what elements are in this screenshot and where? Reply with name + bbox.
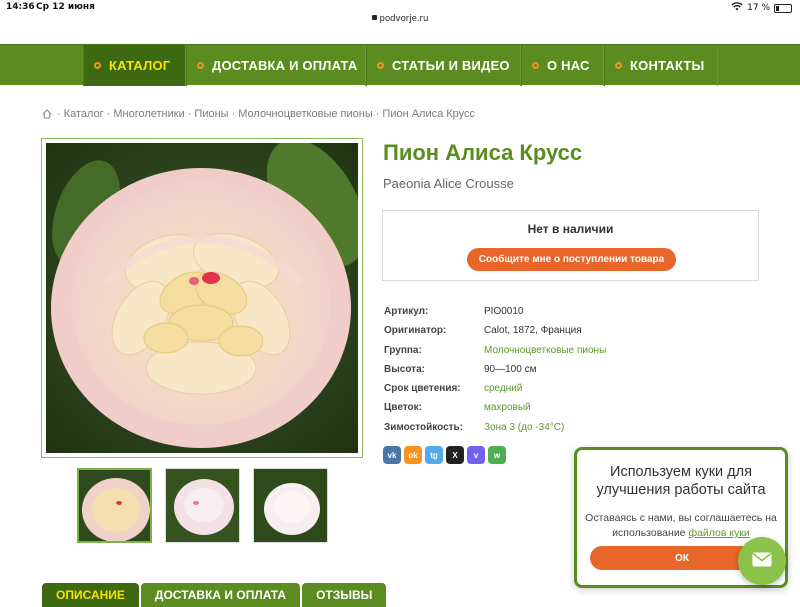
spec-key: Срок цветения: — [384, 383, 461, 395]
nav-item-about[interactable]: О НАС — [521, 45, 604, 86]
spec-key: Цветок: — [384, 402, 422, 414]
breadcrumb-current: Пион Алиса Крусс — [382, 108, 476, 120]
thumbnail-1[interactable] — [77, 468, 152, 543]
thumbnail-2[interactable] — [165, 468, 240, 543]
whatsapp-icon[interactable]: w — [488, 446, 506, 464]
battery-icon — [774, 3, 792, 13]
nav-label: КАТАЛОГ — [109, 58, 171, 73]
spec-row: Артикул: PIO0010 — [384, 306, 606, 325]
breadcrumb-link[interactable]: Молочноцветковые пионы — [238, 108, 373, 120]
telegram-icon[interactable]: tg — [425, 446, 443, 464]
viber-icon[interactable]: v — [467, 446, 485, 464]
tab-delivery[interactable]: ДОСТАВКА И ОПЛАТА — [140, 583, 301, 607]
nav-item-delivery[interactable]: ДОСТАВКА И ОПЛАТА — [186, 45, 366, 86]
product-main-photo[interactable] — [41, 138, 363, 458]
share-buttons: vk ok tg X v w — [383, 446, 506, 464]
spec-key: Высота: — [384, 363, 425, 375]
spec-link[interactable]: средний — [484, 383, 522, 402]
wifi-icon — [731, 2, 743, 14]
vk-icon[interactable]: vk — [383, 446, 401, 464]
product-latin-name: Paeonia Alice Crousse — [383, 176, 514, 191]
tab-description[interactable]: ОПИСАНИЕ — [42, 583, 139, 607]
product-tabs: ОПИСАНИЕ ДОСТАВКА И ОПЛАТА ОТЗЫВЫ — [42, 583, 388, 607]
spec-link[interactable]: махровый — [484, 402, 531, 421]
home-icon[interactable] — [42, 109, 52, 119]
spec-value: 90—100 см — [484, 363, 537, 375]
bullet-icon — [615, 62, 622, 69]
nav-label: КОНТАКТЫ — [630, 58, 705, 73]
spec-key: Зимостойкость: — [384, 421, 464, 433]
spec-row: Оригинатор: Calot, 1872, Франция — [384, 325, 606, 344]
lock-icon — [371, 15, 377, 20]
cookie-text: Оставаясь с нами, вы соглашаетесь на исп… — [577, 511, 785, 541]
x-icon[interactable]: X — [446, 446, 464, 464]
mail-icon — [752, 552, 772, 571]
nav-label: О НАС — [547, 58, 590, 73]
breadcrumb-link[interactable]: Каталог — [64, 108, 104, 120]
breadcrumb-link[interactable]: Пионы — [194, 108, 228, 120]
odnoklassniki-icon[interactable]: ok — [404, 446, 422, 464]
nav-item-catalog[interactable]: КАТАЛОГ — [83, 45, 186, 86]
breadcrumb-link[interactable]: Многолетники — [113, 108, 184, 120]
bullet-icon — [197, 62, 204, 69]
battery-percent: 17 % — [747, 3, 770, 13]
spec-value: PIO0010 — [484, 306, 524, 317]
spec-link[interactable]: Зона 3 (до -34°C) — [484, 422, 564, 441]
bullet-icon — [377, 62, 384, 69]
tab-reviews[interactable]: ОТЗЫВЫ — [302, 583, 387, 607]
product-specs: Артикул: PIO0010 Оригинатор: Calot, 1872, … — [384, 306, 606, 441]
nav-item-articles[interactable]: СТАТЬИ И ВИДЕО — [366, 45, 521, 86]
spec-row: Высота: 90—100 см — [384, 364, 606, 383]
peony-photo — [46, 143, 358, 453]
status-bar: 14:36 Ср 12 июня podvorje.ru 17 % — [0, 0, 800, 28]
spec-row: Срок цветения: средний — [384, 383, 606, 402]
spec-row: Группа: Молочноцветковые пионы — [384, 345, 606, 364]
address-bar[interactable]: podvorje.ru — [0, 14, 800, 24]
stock-box: Нет в наличии Сообщите мне о поступлении… — [382, 210, 759, 281]
cookie-policy-link[interactable]: файлов куки — [688, 527, 749, 539]
stock-status: Нет в наличии — [527, 222, 614, 236]
url-text: podvorje.ru — [379, 14, 429, 24]
product-title: Пион Алиса Крусс — [383, 140, 583, 165]
spec-link[interactable]: Молочноцветковые пионы — [484, 345, 606, 364]
nav-item-contacts[interactable]: КОНТАКТЫ — [604, 45, 718, 86]
spec-key: Артикул: — [384, 306, 429, 317]
bullet-icon — [532, 62, 539, 69]
spec-key: Оригинатор: — [384, 325, 447, 337]
spec-row: Цветок: махровый — [384, 402, 606, 421]
status-icons: 17 % — [731, 2, 792, 14]
nav-label: ДОСТАВКА И ОПЛАТА — [212, 58, 358, 73]
spec-row: Зимостойкость: Зона 3 (до -34°C) — [384, 422, 606, 441]
spec-key: Группа: — [384, 344, 422, 356]
nav-label: СТАТЬИ И ВИДЕО — [392, 58, 510, 73]
notify-when-available-button[interactable]: Сообщите мне о поступлении товара — [467, 248, 676, 271]
cookie-title: Используем куки для улучшения работы сай… — [596, 464, 766, 498]
breadcrumb: · Каталог · Многолетники · Пионы · Молочноц… — [42, 108, 475, 120]
spec-value: Calot, 1872, Франция — [484, 325, 582, 337]
chat-button[interactable] — [738, 537, 786, 585]
main-nav: КАТАЛОГ ДОСТАВКА И ОПЛАТА СТАТЬИ И ВИДЕО… — [0, 44, 800, 86]
bullet-icon — [94, 62, 101, 69]
thumbnail-3[interactable] — [253, 468, 328, 543]
date: Ср 12 июня — [36, 2, 95, 12]
clock: 14:36 — [6, 2, 35, 12]
product-thumbnails — [77, 468, 328, 543]
